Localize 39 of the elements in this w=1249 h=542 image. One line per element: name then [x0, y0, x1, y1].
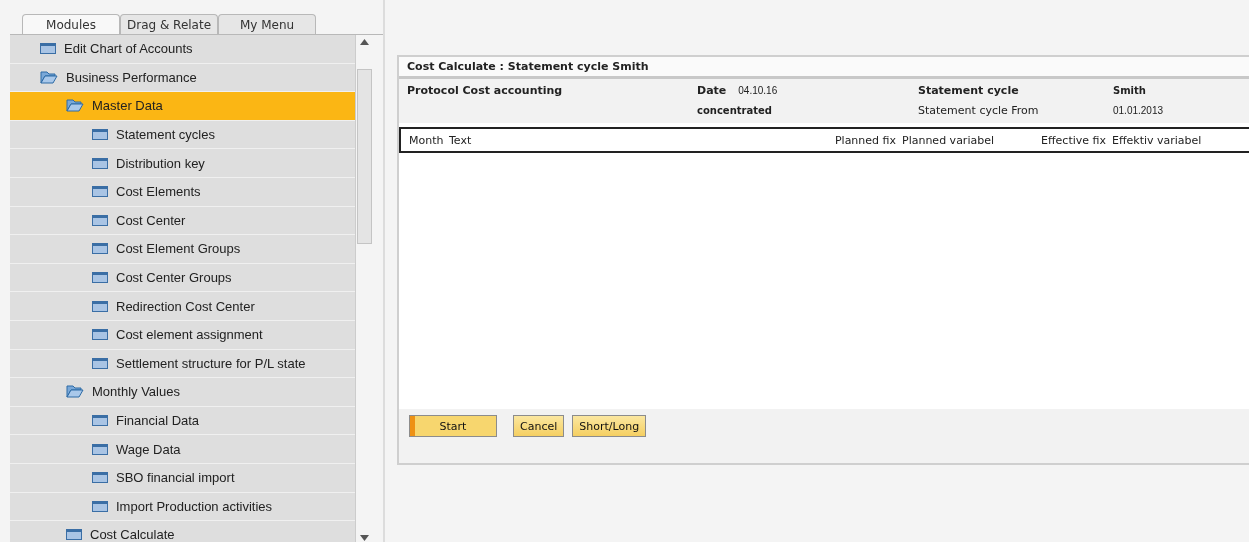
tree-item[interactable]: Cost Center Groups — [10, 263, 355, 293]
tree-item[interactable]: Business Performance — [10, 63, 355, 93]
date-label: Date — [697, 83, 727, 97]
column-header: Effective fix — [1040, 133, 1107, 147]
mode-label: concentrated — [697, 103, 773, 118]
tree-item[interactable]: Settlement structure for P/L state — [10, 349, 355, 379]
tree-item[interactable]: Statement cycles — [10, 120, 355, 150]
column-header: Planned variabel — [902, 133, 995, 147]
tree-item[interactable]: SBO financial import — [10, 463, 355, 493]
field-value: 01.01.2013 — [1113, 103, 1165, 118]
tree-item[interactable]: Cost Elements — [10, 177, 355, 207]
field-value: Smith — [1113, 83, 1147, 98]
tree-item[interactable]: Monthly Values — [10, 378, 355, 407]
report-title: Protocol Cost accounting — [407, 82, 564, 99]
column-header: Text — [449, 133, 473, 147]
tab[interactable]: My Menu — [218, 14, 316, 34]
tree-item[interactable]: Cost element assignment — [10, 320, 355, 350]
tree-item[interactable]: Master Data — [10, 92, 355, 121]
tree-item[interactable]: Distribution key — [10, 149, 355, 178]
tree-item[interactable]: Cost Center — [10, 206, 355, 236]
tab[interactable]: Modules — [22, 14, 120, 34]
tree-item[interactable]: Redirection Cost Center — [10, 292, 355, 321]
column-header: Month — [409, 133, 445, 147]
dialog-button[interactable]: Cancel — [513, 415, 565, 437]
column-header: Planned fix — [833, 133, 897, 147]
window-title: Cost Calculate : Statement cycle Smith — [399, 57, 1249, 79]
field-label: Statement cycle — [918, 82, 1020, 99]
tree-item[interactable]: Cost Element Groups — [10, 235, 355, 264]
tree-item[interactable]: Financial Data — [10, 406, 355, 436]
tree-item[interactable]: Cost Calculate — [10, 521, 355, 542]
dialog-button[interactable]: Short/Long — [572, 415, 647, 437]
start-button[interactable]: Start — [409, 415, 497, 437]
column-header: Effektiv variabel — [1112, 133, 1203, 147]
tab[interactable]: Drag & Relate — [120, 14, 218, 34]
tree-item[interactable]: Wage Data — [10, 435, 355, 464]
tree-item[interactable]: Edit Chart of Accounts — [10, 35, 355, 64]
field-label: Statement cycle From — [918, 102, 1040, 119]
tree-item[interactable]: Import Production activities — [10, 492, 355, 522]
date-value: 04.10.16 — [738, 84, 778, 96]
